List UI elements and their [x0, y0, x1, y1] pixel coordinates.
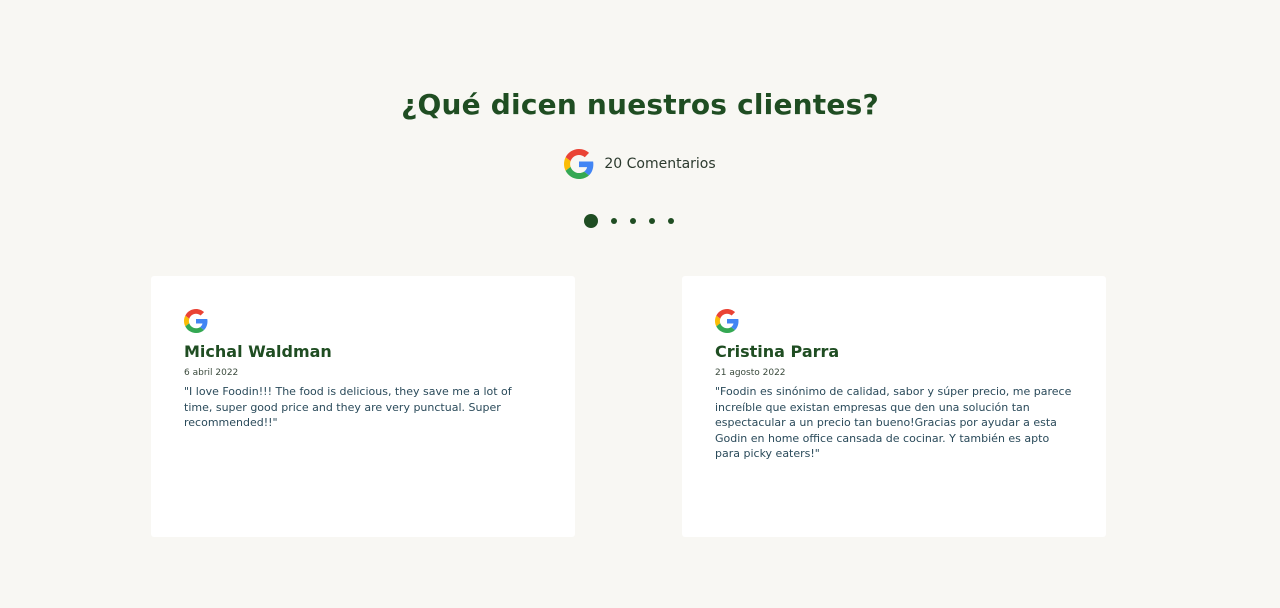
carousel-dot-2[interactable] [611, 218, 617, 224]
carousel-pagination [0, 214, 1269, 228]
review-card: Michal Waldman 6 abril 2022 "I love Food… [151, 276, 575, 537]
review-text: "Foodin es sinónimo de calidad, sabor y … [715, 385, 1072, 461]
reviewer-name: Cristina Parra [715, 342, 840, 361]
carousel-dot-5[interactable] [668, 218, 674, 224]
google-icon [715, 309, 739, 333]
review-card: Cristina Parra 21 agosto 2022 "Foodin es… [682, 276, 1106, 537]
carousel-dot-3[interactable] [630, 218, 636, 224]
review-date: 6 abril 2022 [184, 368, 239, 378]
reviewer-name: Michal Waldman [184, 342, 332, 361]
carousel-dot-1[interactable] [584, 214, 598, 228]
review-date: 21 agosto 2022 [715, 368, 786, 378]
carousel-dot-4[interactable] [649, 218, 655, 224]
review-summary: 20 Comentarios [0, 149, 1280, 179]
testimonials-section: ¿Qué dicen nuestros clientes? 20 Comenta… [0, 0, 1280, 608]
google-icon [564, 149, 594, 179]
google-icon [184, 309, 208, 333]
section-title: ¿Qué dicen nuestros clientes? [401, 88, 879, 121]
review-text: "I love Foodin!!! The food is delicious,… [184, 385, 512, 430]
review-count: 20 Comentarios [604, 156, 716, 172]
